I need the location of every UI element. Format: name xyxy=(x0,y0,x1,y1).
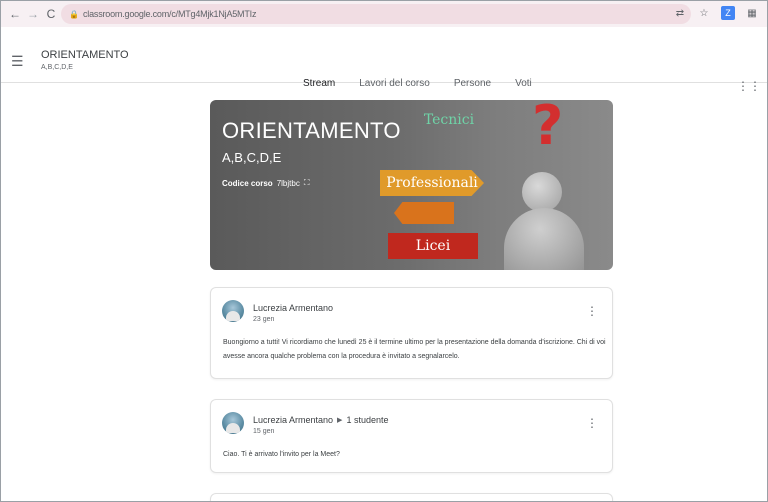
fullscreen-icon[interactable]: ⛶ xyxy=(304,178,310,188)
professionali-sign: Professionali xyxy=(380,170,484,196)
post-audience: 1 studente xyxy=(346,415,389,425)
browser-window: ← → C 🔒 classroom.google.com/c/MTg4Mjk1N… xyxy=(0,0,768,502)
stream-post[interactable]: Lucrezia Armentano 23 gen ⋮ Buongiorno a… xyxy=(210,287,613,379)
tecnici-sign: Tecnici xyxy=(423,112,475,128)
thinking-figure-head xyxy=(522,172,562,212)
menu-icon[interactable]: ☰ xyxy=(11,53,24,70)
post-date: 23 gen xyxy=(253,316,275,323)
class-banner: ORIENTAMENTO A,B,C,D,E Codice corso 7lbj… xyxy=(210,100,613,270)
lock-icon[interactable]: 🔒 xyxy=(69,9,79,19)
extensions-grid-icon[interactable]: ▦ xyxy=(745,6,759,20)
class-code: Codice corso 7lbjtbc ⛶ xyxy=(222,178,309,188)
star-icon[interactable]: ☆ xyxy=(697,6,711,20)
post-text: Buongiorno a tutti! Vi ricordiamo che lu… xyxy=(223,339,606,360)
browser-toolbar: ← → C 🔒 classroom.google.com/c/MTg4Mjk1N… xyxy=(1,1,767,27)
more-vert-icon[interactable]: ⋮ xyxy=(586,417,598,429)
author-name: Lucrezia Armentano xyxy=(253,303,334,313)
post-author: Lucrezia Armentano xyxy=(253,303,333,313)
licei-sign: Licei xyxy=(388,233,478,259)
avatar xyxy=(222,300,244,322)
question-mark-icon: ? xyxy=(532,100,564,157)
extension-icon[interactable]: Z xyxy=(721,6,735,20)
class-code-value: 7lbjtbc xyxy=(276,178,300,188)
url-text[interactable]: classroom.google.com/c/MTg4Mjk1NjA5MTIz xyxy=(83,9,256,19)
arrow-left-icon[interactable]: ← xyxy=(7,6,23,22)
reload-icon[interactable]: C xyxy=(43,6,59,22)
address-bar[interactable]: 🔒 classroom.google.com/c/MTg4Mjk1NjA5MTI… xyxy=(61,4,691,24)
stream-post[interactable]: Lucrezia Armentano ▶ 1 studente 15 gen ⋮… xyxy=(210,399,613,473)
caret-right-icon: ▶ xyxy=(337,417,343,424)
browser-actions: ⇄ ☆ Z ▦ xyxy=(673,6,759,20)
class-subtitle: A,B,C,D,E xyxy=(41,64,73,71)
more-vert-icon[interactable]: ⋮ xyxy=(586,305,598,317)
orange-sign xyxy=(394,202,454,224)
arrow-right-icon[interactable]: → xyxy=(25,6,41,22)
banner-title: ORIENTAMENTO xyxy=(222,118,401,143)
class-code-label: Codice corso xyxy=(222,178,273,188)
thinking-figure-body xyxy=(504,208,584,270)
banner-subtitle: A,B,C,D,E xyxy=(222,150,282,165)
class-title[interactable]: ORIENTAMENTO xyxy=(41,49,129,61)
avatar xyxy=(222,412,244,434)
post-text: Ciao. Ti è arrivato l'invito per la Meet… xyxy=(223,451,340,458)
classroom-header: ☰ ORIENTAMENTO A,B,C,D,E Stream Lavori d… xyxy=(1,27,767,109)
author-name: Lucrezia Armentano xyxy=(253,415,334,425)
apps-grid-icon[interactable]: ⋮⋮ xyxy=(737,79,761,93)
stream-post-partial[interactable] xyxy=(210,493,613,501)
post-author: Lucrezia Armentano ▶ 1 studente xyxy=(253,415,388,425)
post-date: 15 gen xyxy=(253,428,275,435)
translate-icon[interactable]: ⇄ xyxy=(673,6,687,20)
